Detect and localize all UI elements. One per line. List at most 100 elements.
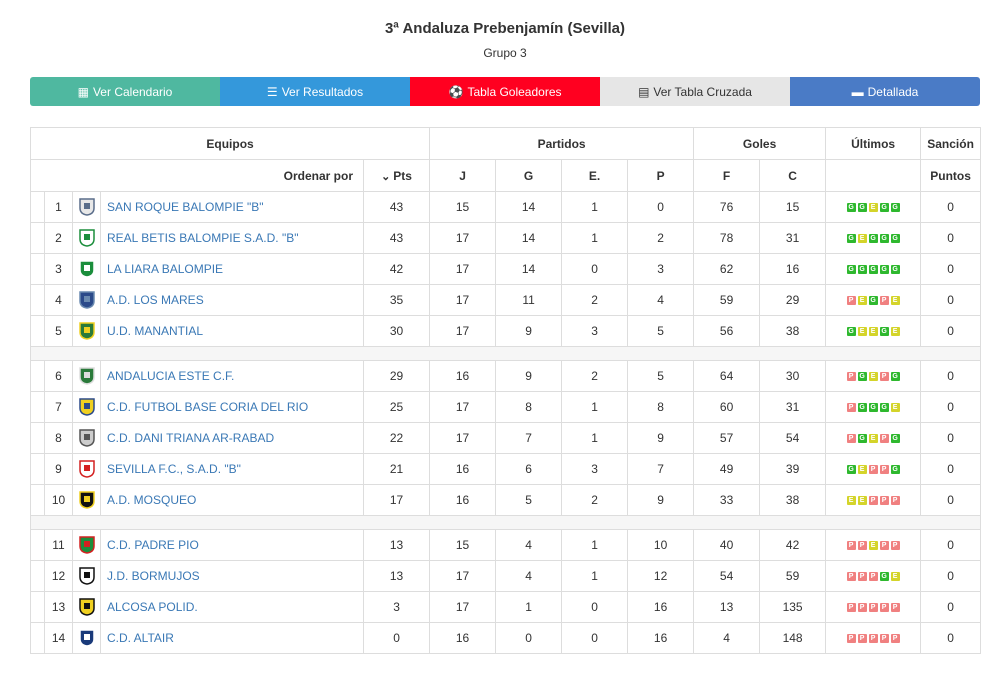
f-cell: 56: [693, 315, 761, 347]
team-name-link[interactable]: SAN ROQUE BALOMPIE "B": [100, 191, 364, 223]
team-name-link[interactable]: C.D. DANI TRIANA AR-RABAD: [100, 422, 364, 454]
ultimos-cell: GEGGG: [825, 222, 922, 254]
logo-cell: [72, 529, 101, 561]
result-badge: G: [879, 572, 889, 582]
logo-cell: [72, 284, 101, 316]
c-cell: 30: [759, 360, 827, 392]
result-badge: P: [879, 541, 889, 551]
result-badge: G: [846, 465, 856, 475]
team-name-link[interactable]: LA LIARA BALOMPIE: [100, 253, 364, 285]
ver-tabla-cruzada-label: Ver Tabla Cruzada: [653, 84, 752, 99]
ver-calendario-button[interactable]: ▦ Ver Calendario: [30, 77, 220, 106]
result-badge: G: [890, 203, 900, 213]
table-row: 14 C.D. ALTAIR 0 16 0 0 16 4 148 P P P P P 0: [30, 622, 982, 654]
team-name-link[interactable]: REAL BETIS BALOMPIE S.A.D. "B": [100, 222, 364, 254]
result-badge: E: [857, 234, 867, 244]
spacer-cell: [30, 360, 45, 392]
pts-sort-header[interactable]: ⌄ Pts: [362, 159, 431, 192]
tabla-goleadores-button[interactable]: ⚽ Tabla Goleadores: [410, 77, 600, 106]
j-cell: 16: [429, 484, 497, 516]
ultimos-cell: GGGGG: [825, 253, 922, 285]
g-cell: 14: [495, 191, 563, 223]
pts-cell: 17: [362, 484, 431, 516]
partidos-header: Partidos: [429, 127, 695, 160]
sancion-cell: 0: [920, 222, 982, 254]
e-cell: 2: [561, 484, 629, 516]
logo-cell: [72, 191, 101, 223]
f-cell: 78: [693, 222, 761, 254]
spacer-cell: [30, 391, 45, 423]
team-name-link[interactable]: ANDALUCIA ESTE C.F.: [100, 360, 364, 392]
ultimos-cell: PPPPP: [825, 622, 922, 654]
spacer-cell: [30, 453, 45, 485]
result-badge: E: [857, 496, 867, 506]
e-cell: 1: [561, 422, 629, 454]
team-name-link[interactable]: SEVILLA F.C., S.A.D. "B": [100, 453, 364, 485]
spacer-cell: [30, 560, 45, 592]
table-row: 7 C.D. FUTBOL BASE CORIA DEL RIO 25 17 8 1 8 60…: [30, 391, 982, 423]
result-badge: G: [846, 203, 856, 213]
spacer-cell: [30, 284, 45, 316]
position-cell: 7: [44, 391, 73, 423]
result-badge: G: [857, 372, 867, 382]
result-badge: P: [890, 541, 900, 551]
p-cell: 9: [627, 422, 695, 454]
c-cell: 148: [759, 622, 827, 654]
result-badge: G: [857, 403, 867, 413]
logo-cell: [72, 591, 101, 623]
sancion-cell: 0: [920, 391, 982, 423]
table-row: 12 J.D. BORMUJOS 13 17 4 1 12 54 59 P P P G E 0: [30, 560, 982, 592]
detallada-button[interactable]: ▬ Detallada: [790, 77, 980, 106]
team-name-link[interactable]: J.D. BORMUJOS: [100, 560, 364, 592]
e-cell: 2: [561, 360, 629, 392]
ver-tabla-cruzada-button[interactable]: ▤ Ver Tabla Cruzada: [600, 77, 790, 106]
sancion-cell: 0: [920, 622, 982, 654]
position-cell: 1: [44, 191, 73, 223]
result-badge: P: [879, 496, 889, 506]
c-cell: 31: [759, 222, 827, 254]
team-crest-icon: [78, 229, 95, 247]
p-cell: 5: [627, 315, 695, 347]
result-badge: G: [890, 465, 900, 475]
chevron-down-icon: ⌄: [381, 170, 391, 183]
team-name-link[interactable]: C.D. FUTBOL BASE CORIA DEL RIO: [100, 391, 364, 423]
logo-cell: [72, 484, 101, 516]
logo-cell: [72, 453, 101, 485]
team-name-link[interactable]: A.D. LOS MARES: [100, 284, 364, 316]
result-badge: P: [868, 496, 878, 506]
position-cell: 4: [44, 284, 73, 316]
g-cell: 4: [495, 560, 563, 592]
ultimos-cell: GEPPG: [825, 453, 922, 485]
j-cell: 16: [429, 360, 497, 392]
ordenar-por-label: Ordenar por: [30, 159, 364, 192]
j-cell: 17: [429, 391, 497, 423]
c-cell: 31: [759, 391, 827, 423]
position-cell: 9: [44, 453, 73, 485]
team-name-link[interactable]: ALCOSA POLID.: [100, 591, 364, 623]
position-cell: 14: [44, 622, 73, 654]
p-cell: 0: [627, 191, 695, 223]
result-badge: G: [846, 327, 856, 337]
e-cell: 1: [561, 191, 629, 223]
table-row: 4 A.D. LOS MARES 35 17 11 2 4 59 29 P E G P E 0: [30, 284, 982, 316]
team-name-link[interactable]: C.D. PADRE PIO: [100, 529, 364, 561]
p-cell: 10: [627, 529, 695, 561]
team-name-link[interactable]: C.D. ALTAIR: [100, 622, 364, 654]
j-cell: 17: [429, 315, 497, 347]
f-cell: 33: [693, 484, 761, 516]
team-name-link[interactable]: U.D. MANANTIAL: [100, 315, 364, 347]
f-cell: 62: [693, 253, 761, 285]
calendar-icon: ▦: [77, 84, 89, 99]
e-cell: 1: [561, 391, 629, 423]
sancion-cell: 0: [920, 284, 982, 316]
team-name-link[interactable]: A.D. MOSQUEO: [100, 484, 364, 516]
result-badge: G: [868, 265, 878, 275]
c-cell: 38: [759, 484, 827, 516]
soccer-ball-icon: ⚽: [448, 84, 464, 99]
standings-body: 1 SAN ROQUE BALOMPIE "B" 43 15 14 1 0 76 15 G G E G G…: [29, 191, 982, 654]
ver-resultados-button[interactable]: ☰ Ver Resultados: [220, 77, 410, 106]
e-cell: 0: [561, 253, 629, 285]
e-cell: 3: [561, 315, 629, 347]
c-cell: 15: [759, 191, 827, 223]
f-cell: 57: [693, 422, 761, 454]
